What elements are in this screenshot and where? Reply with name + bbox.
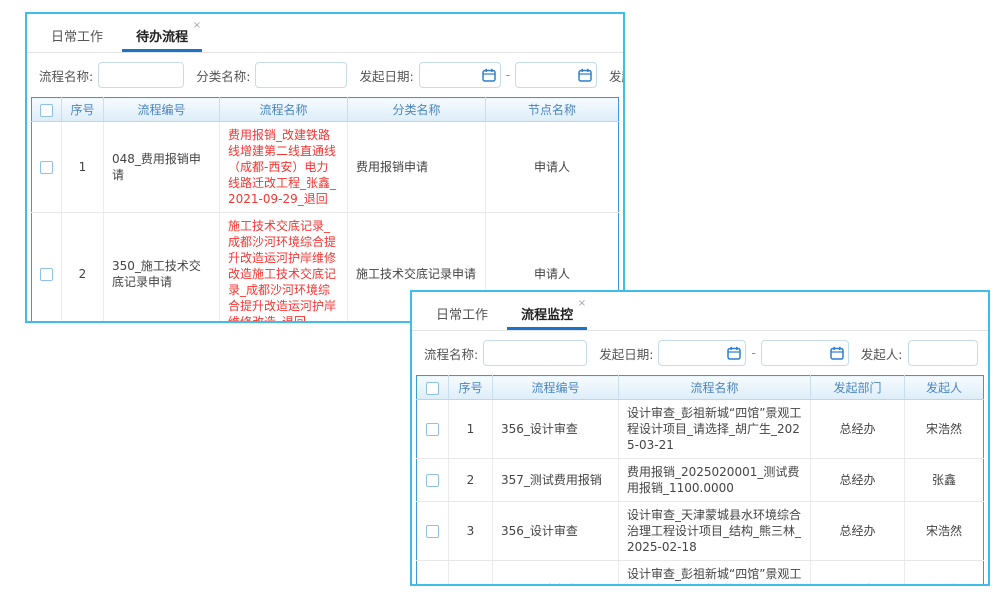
row-checkbox[interactable] bbox=[426, 584, 439, 586]
tab-label: 流程监控 bbox=[521, 308, 573, 323]
cell-initiator: 宋浩然 bbox=[905, 561, 984, 587]
row-select-cell bbox=[417, 400, 449, 459]
col-code: 流程编号 bbox=[104, 98, 220, 122]
row-select-cell bbox=[417, 502, 449, 561]
calendar-icon[interactable] bbox=[830, 346, 844, 360]
cell-initiator: 宋浩然 bbox=[905, 502, 984, 561]
row-checkbox[interactable] bbox=[40, 161, 53, 174]
table-row: 3356_设计审查设计审查_天津蒙城县水环境综合治理工程设计项目_结构_熊三林_… bbox=[417, 502, 984, 561]
cell-code: 350_施工技术交底记录申请 bbox=[104, 213, 220, 324]
col-node: 节点名称 bbox=[486, 98, 619, 122]
col-initiator: 发起人 bbox=[905, 376, 984, 400]
cell-no: 3 bbox=[449, 502, 493, 561]
cell-code: 356_设计审查 bbox=[493, 502, 619, 561]
tab-process-monitoring[interactable]: 流程监控 × bbox=[507, 298, 587, 330]
close-icon[interactable]: × bbox=[578, 299, 586, 309]
initiator-label: 发起人: bbox=[861, 344, 903, 363]
tabbar-pending: 日常工作 待办流程 × bbox=[27, 14, 623, 53]
table-header-row: 序号 流程编号 流程名称 分类名称 节点名称 bbox=[32, 98, 619, 122]
panel-pending-processes: 日常工作 待办流程 × 流程名称: 分类名称: 发起日期: - bbox=[25, 12, 625, 323]
cell-name: 设计审查_天津蒙城县水环境综合治理工程设计项目_结构_熊三林_2025-02-1… bbox=[619, 502, 811, 561]
tab-daily-work[interactable]: 日常工作 bbox=[422, 298, 502, 330]
category-name-label: 分类名称: bbox=[196, 66, 250, 85]
col-dept: 发起部门 bbox=[811, 376, 905, 400]
panel-process-monitoring: 日常工作 流程监控 × 流程名称: 发起日期: - bbox=[410, 290, 990, 586]
select-all-cell bbox=[32, 98, 62, 122]
row-checkbox[interactable] bbox=[426, 525, 439, 538]
cell-no: 2 bbox=[62, 213, 104, 324]
start-date-from bbox=[658, 340, 746, 366]
cell-node: 申请人 bbox=[486, 122, 619, 213]
table-header-row: 序号 流程编号 流程名称 发起部门 发起人 bbox=[417, 376, 984, 400]
tab-pending-processes[interactable]: 待办流程 × bbox=[122, 20, 202, 52]
cell-dept: 总经办 bbox=[811, 459, 905, 502]
filterbar-pending: 流程名称: 分类名称: 发起日期: - bbox=[27, 53, 623, 96]
close-icon[interactable]: × bbox=[193, 21, 201, 31]
tab-label: 待办流程 bbox=[136, 30, 188, 45]
category-name-input[interactable] bbox=[255, 62, 347, 88]
cell-dept: 总经办 bbox=[811, 502, 905, 561]
col-no: 序号 bbox=[449, 376, 493, 400]
calendar-icon[interactable] bbox=[482, 68, 496, 82]
cell-name: 施工技术交底记录_成都沙河环境综合提升改造运河护岸维修改造施工技术交底记录_成都… bbox=[220, 213, 348, 324]
tabbar-monitoring: 日常工作 流程监控 × bbox=[412, 292, 988, 331]
start-date-label: 发起日期: bbox=[359, 66, 413, 85]
date-range-separator: - bbox=[751, 346, 755, 360]
process-name-input[interactable] bbox=[98, 62, 184, 88]
row-select-cell bbox=[417, 561, 449, 587]
initiator-label: 发起人: bbox=[609, 66, 623, 85]
cell-code: 357_测试费用报销 bbox=[493, 459, 619, 502]
cell-no: 1 bbox=[449, 400, 493, 459]
row-checkbox[interactable] bbox=[426, 474, 439, 487]
cell-name: 费用报销_改建铁路线增建第二线直通线（成都-西安）电力线路迁改工程_张鑫_202… bbox=[220, 122, 348, 213]
calendar-icon[interactable] bbox=[727, 346, 741, 360]
filterbar-monitoring: 流程名称: 发起日期: - bbox=[412, 331, 988, 374]
cell-name: 设计审查_彭祖新城“四馆”景观工程设计项目_请选择_胡广生_2025-03-21 bbox=[619, 400, 811, 459]
select-all-cell bbox=[417, 376, 449, 400]
cell-dept: 总经办 bbox=[811, 561, 905, 587]
start-date-label: 发起日期: bbox=[599, 344, 653, 363]
col-category: 分类名称 bbox=[348, 98, 486, 122]
initiator-input[interactable] bbox=[908, 340, 978, 366]
start-date-to bbox=[761, 340, 849, 366]
cell-code: 356_设计审查 bbox=[493, 561, 619, 587]
row-select-cell bbox=[32, 122, 62, 213]
cell-name: 设计审查_彭祖新城“四馆”景观工程设计项目_安装_熊三林_2025-02-18 bbox=[619, 561, 811, 587]
cell-initiator: 张鑫 bbox=[905, 459, 984, 502]
cell-dept: 总经办 bbox=[811, 400, 905, 459]
select-all-checkbox[interactable] bbox=[40, 104, 53, 117]
select-all-checkbox[interactable] bbox=[426, 382, 439, 395]
col-no: 序号 bbox=[62, 98, 104, 122]
date-range-separator: - bbox=[506, 68, 510, 82]
cell-name: 费用报销_2025020001_测试费用报销_1100.0000 bbox=[619, 459, 811, 502]
table-row: 1048_费用报销申请费用报销_改建铁路线增建第二线直通线（成都-西安）电力线路… bbox=[32, 122, 619, 213]
row-select-cell bbox=[417, 459, 449, 502]
process-name-label: 流程名称: bbox=[424, 344, 478, 363]
col-name: 流程名称 bbox=[220, 98, 348, 122]
cell-code: 048_费用报销申请 bbox=[104, 122, 220, 213]
row-checkbox[interactable] bbox=[426, 423, 439, 436]
col-name: 流程名称 bbox=[619, 376, 811, 400]
table-row: 2357_测试费用报销费用报销_2025020001_测试费用报销_1100.0… bbox=[417, 459, 984, 502]
table-row: 4356_设计审查设计审查_彭祖新城“四馆”景观工程设计项目_安装_熊三林_20… bbox=[417, 561, 984, 587]
calendar-icon[interactable] bbox=[578, 68, 592, 82]
process-name-label: 流程名称: bbox=[39, 66, 93, 85]
cell-category: 费用报销申请 bbox=[348, 122, 486, 213]
tab-daily-work[interactable]: 日常工作 bbox=[37, 20, 117, 52]
col-code: 流程编号 bbox=[493, 376, 619, 400]
cell-initiator: 宋浩然 bbox=[905, 400, 984, 459]
cell-code: 356_设计审查 bbox=[493, 400, 619, 459]
process-name-input[interactable] bbox=[483, 340, 587, 366]
workspace: 日常工作 待办流程 × 流程名称: 分类名称: 发起日期: - bbox=[0, 0, 1000, 600]
table-row: 1356_设计审查设计审查_彭祖新城“四馆”景观工程设计项目_请选择_胡广生_2… bbox=[417, 400, 984, 459]
row-select-cell bbox=[32, 213, 62, 324]
cell-no: 2 bbox=[449, 459, 493, 502]
cell-no: 4 bbox=[449, 561, 493, 587]
start-date-to bbox=[515, 62, 597, 88]
process-monitoring-table: 序号 流程编号 流程名称 发起部门 发起人 1356_设计审查设计审查_彭祖新城… bbox=[416, 375, 984, 586]
cell-no: 1 bbox=[62, 122, 104, 213]
start-date-from bbox=[419, 62, 501, 88]
row-checkbox[interactable] bbox=[40, 268, 53, 281]
